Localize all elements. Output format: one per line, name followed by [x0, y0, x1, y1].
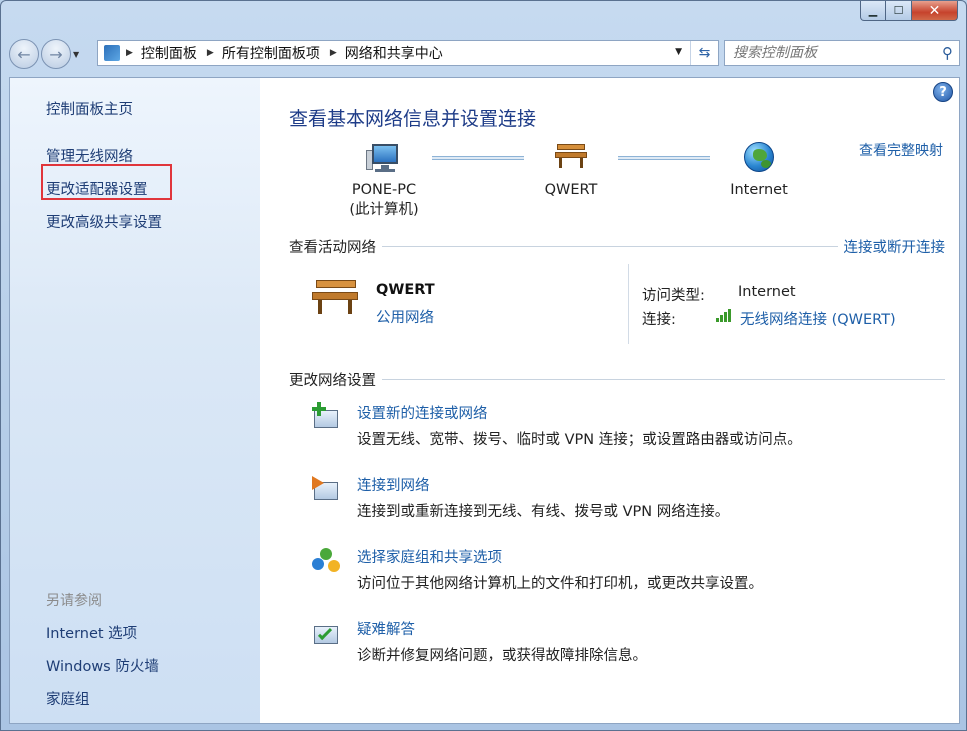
sidebar-advanced-sharing[interactable]: 更改高级共享设置: [46, 211, 260, 232]
highlight-box: [41, 164, 172, 200]
task-description: 诊断并修复网络问题，或获得故障排除信息。: [357, 648, 647, 664]
forward-button[interactable]: →: [41, 39, 71, 69]
task-link[interactable]: 连接到网络: [357, 474, 430, 495]
back-button[interactable]: ←: [9, 39, 39, 69]
bench-network-icon: [553, 142, 589, 174]
see-also-homegroup[interactable]: 家庭组: [46, 688, 159, 709]
node-sublabel: (此计算机): [349, 202, 419, 218]
navigation-bar: ← → ▼ ▶ 控制面板 ▶ 所有控制面板项 ▶ 网络和共享中心 ▼ ⇆ ⚲: [9, 37, 960, 71]
divider: [382, 379, 945, 380]
control-panel-icon: [104, 45, 120, 61]
see-also-internet-options[interactable]: Internet 选项: [46, 622, 159, 643]
breadcrumb-separator[interactable]: ▶: [126, 48, 133, 58]
search-box[interactable]: ⚲: [724, 40, 960, 66]
map-node-internet: Internet: [684, 142, 834, 198]
network-name: QWERT: [376, 282, 435, 298]
see-also-section: 另请参阅 Internet 选项 Windows 防火墙 家庭组: [46, 590, 159, 721]
recent-pages-dropdown[interactable]: ▼: [73, 50, 79, 59]
wireless-connection-link[interactable]: 无线网络连接 (QWERT): [740, 308, 896, 329]
close-button[interactable]: ✕: [912, 1, 958, 21]
help-icon[interactable]: ?: [933, 82, 953, 102]
content-area: 控制面板主页 管理无线网络 更改适配器设置 更改高级共享设置 另请参阅 Inte…: [9, 77, 960, 724]
search-input[interactable]: [733, 45, 923, 61]
divider: [628, 264, 629, 344]
window-frame: ▁ ☐ ✕ ← → ▼ ▶ 控制面板 ▶ 所有控制面板项 ▶ 网络和共享中心 ▼…: [0, 0, 967, 731]
troubleshoot-icon: [310, 618, 342, 650]
section-title: 更改网络设置: [289, 373, 376, 389]
new-connection-icon: [310, 402, 342, 434]
breadcrumb-separator[interactable]: ▶: [330, 48, 337, 58]
task-link[interactable]: 设置新的连接或网络: [357, 402, 488, 423]
breadcrumb-network-center[interactable]: 网络和共享中心: [345, 43, 443, 63]
breadcrumb-separator[interactable]: ▶: [207, 48, 214, 58]
page-title: 查看基本网络信息并设置连接: [289, 108, 537, 130]
task-description: 连接到或重新连接到无线、有线、拨号或 VPN 网络连接。: [357, 504, 730, 520]
connection-row: 连接: 无线网络连接 (QWERT): [642, 308, 896, 329]
access-type-row: 访问类型: Internet: [642, 284, 796, 305]
task-link[interactable]: 疑难解答: [357, 618, 415, 639]
access-type-label: 访问类型:: [642, 288, 705, 304]
breadcrumb-control-panel[interactable]: 控制面板: [141, 43, 197, 63]
see-also-header: 另请参阅: [46, 593, 102, 609]
forward-arrow-icon: →: [49, 44, 63, 64]
task-description: 访问位于其他网络计算机上的文件和打印机，或更改共享设置。: [357, 576, 763, 592]
breadcrumb-all-items[interactable]: 所有控制面板项: [222, 43, 320, 63]
connect-disconnect-link[interactable]: 连接或断开连接: [837, 236, 945, 257]
maximize-button[interactable]: ☐: [886, 1, 912, 21]
connection-label: 连接:: [642, 312, 676, 328]
sidebar-manage-wireless[interactable]: 管理无线网络: [46, 145, 260, 166]
main-panel: ? 查看基本网络信息并设置连接 查看完整映射 PONE-PC (此计算机) QW…: [260, 78, 959, 723]
caption-buttons: ▁ ☐ ✕: [860, 1, 958, 21]
sidebar-home-link[interactable]: 控制面板主页: [46, 98, 260, 119]
node-label: Internet: [730, 182, 788, 198]
task-link[interactable]: 选择家庭组和共享选项: [357, 546, 502, 567]
wifi-signal-icon: [716, 308, 736, 322]
network-type-link[interactable]: 公用网络: [376, 306, 434, 327]
node-label: PONE-PC: [351, 182, 417, 198]
sidebar: 控制面板主页 管理无线网络 更改适配器设置 更改高级共享设置 另请参阅 Inte…: [10, 78, 260, 723]
map-node-network: QWERT: [496, 142, 646, 198]
active-network: QWERT 公用网络: [310, 276, 630, 326]
globe-icon: [741, 142, 777, 174]
access-type-value: Internet: [738, 284, 796, 300]
homegroup-icon: [310, 546, 342, 578]
view-full-map-link[interactable]: 查看完整映射: [859, 140, 943, 160]
node-label: QWERT: [544, 182, 598, 198]
back-arrow-icon: ←: [17, 44, 31, 64]
computer-icon: [366, 142, 402, 174]
refresh-button[interactable]: ⇆: [690, 41, 718, 65]
bench-network-icon: [310, 276, 360, 320]
minimize-button[interactable]: ▁: [860, 1, 886, 21]
change-settings-header: 更改网络设置: [289, 369, 945, 390]
address-dropdown-icon[interactable]: ▼: [675, 47, 682, 57]
search-icon[interactable]: ⚲: [942, 44, 953, 62]
see-also-windows-firewall[interactable]: Windows 防火墙: [46, 655, 159, 676]
task-description: 设置无线、宽带、拨号、临时或 VPN 连接；或设置路由器或访问点。: [357, 432, 802, 448]
connect-network-icon: [310, 474, 342, 506]
address-bar[interactable]: ▶ 控制面板 ▶ 所有控制面板项 ▶ 网络和共享中心 ▼ ⇆: [97, 40, 719, 66]
map-node-computer: PONE-PC (此计算机): [309, 142, 459, 219]
section-title: 查看活动网络: [289, 240, 376, 256]
